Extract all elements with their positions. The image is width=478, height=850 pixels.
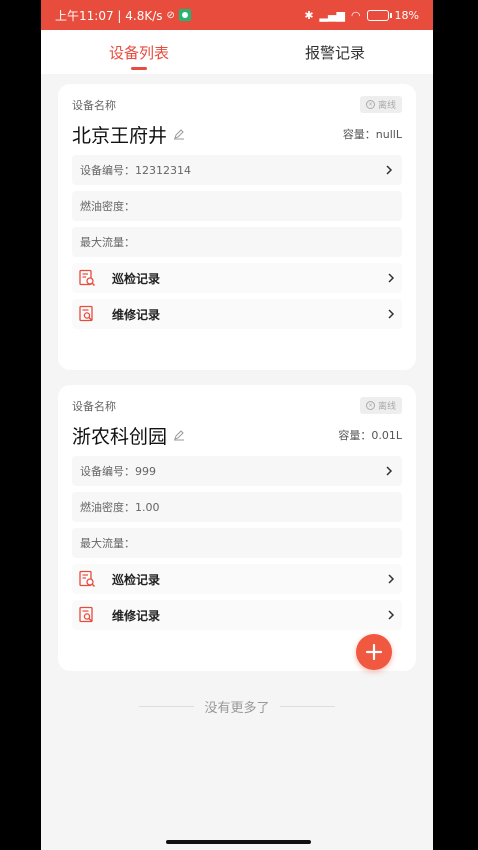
- status-time-speed: 上午11:07 | 4.8K/s: [55, 8, 163, 23]
- status-bar: 上午11:07 | 4.8K/s ⊘ ✱ ▂▄▆ ◠ 18%: [41, 0, 433, 30]
- patrol-record-label: 巡检记录: [112, 572, 161, 587]
- signal-icon: ▂▄▆: [319, 8, 345, 22]
- chevron-right-icon: [388, 309, 395, 319]
- tab-bar: 设备列表 报警记录: [41, 30, 433, 74]
- divider: [139, 706, 195, 707]
- patrol-record-icon: [79, 269, 95, 286]
- edit-icon[interactable]: [173, 128, 185, 140]
- oil-density: 燃油密度：: [80, 200, 135, 213]
- no-more-text: 没有更多了: [204, 701, 270, 716]
- patrol-record-row[interactable]: 巡检记录: [72, 564, 402, 594]
- max-flow-row: 最大流量：: [72, 528, 402, 558]
- add-device-button[interactable]: [356, 634, 392, 670]
- offline-icon: ×: [365, 100, 375, 109]
- device-card: 设备名称 × 离线 北京王府井 容量：nullL 设备编号：12312314 燃…: [58, 84, 416, 370]
- home-indicator[interactable]: [166, 840, 311, 844]
- status-badge: × 离线: [359, 96, 402, 113]
- repair-record-icon: [79, 606, 93, 623]
- bluetooth-icon: ✱: [304, 8, 314, 22]
- patrol-record-row[interactable]: 巡检记录: [72, 263, 402, 293]
- no-data-icon: ⊘: [166, 9, 175, 21]
- device-name: 北京王府井: [72, 124, 168, 147]
- device-no-row[interactable]: 设备编号：12312314: [72, 155, 402, 185]
- divider: [279, 706, 335, 707]
- oil-density-row: 燃油密度：: [72, 191, 402, 221]
- tab-device-list[interactable]: 设备列表: [41, 30, 237, 74]
- patrol-record-icon: [79, 570, 95, 587]
- repair-record-row[interactable]: 维修记录: [72, 299, 402, 329]
- chevron-right-icon: [386, 466, 393, 476]
- capacity: 容量：nullL: [342, 128, 402, 141]
- battery-level: 18%: [394, 8, 419, 22]
- chevron-right-icon: [388, 610, 395, 620]
- chevron-right-icon: [386, 165, 393, 175]
- patrol-record-label: 巡检记录: [112, 271, 161, 286]
- status-badge: × 离线: [359, 397, 402, 414]
- max-flow: 最大流量：: [80, 537, 135, 550]
- repair-record-label: 维修记录: [112, 307, 161, 322]
- device-name-label: 设备名称: [72, 98, 116, 112]
- capacity: 容量：0.01L: [338, 429, 402, 442]
- device-no-row[interactable]: 设备编号：999: [72, 456, 402, 486]
- device-card: 设备名称 × 离线 浙农科创园 容量：0.01L 设备编号：999 燃油密度：1…: [58, 385, 416, 671]
- chevron-right-icon: [388, 574, 395, 584]
- status-text: 离线: [377, 101, 396, 111]
- max-flow: 最大流量：: [80, 236, 135, 249]
- wifi-icon: ◠: [350, 8, 361, 22]
- edit-icon[interactable]: [173, 429, 185, 441]
- battery-icon: [366, 9, 392, 21]
- oil-density-row: 燃油密度：1.00: [72, 492, 402, 522]
- repair-record-label: 维修记录: [112, 608, 161, 623]
- phone-screen: 上午11:07 | 4.8K/s ⊘ ✱ ▂▄▆ ◠ 18% 设备列表 报警记录…: [41, 0, 433, 850]
- offline-icon: ×: [365, 401, 375, 410]
- list-end-indicator: 没有更多了: [41, 697, 433, 716]
- max-flow-row: 最大流量：: [72, 227, 402, 257]
- repair-record-icon: [79, 305, 93, 322]
- app-notification-icon: [178, 9, 191, 21]
- device-no: 设备编号：999: [80, 465, 156, 478]
- status-text: 离线: [377, 402, 396, 412]
- device-name: 浙农科创园: [72, 425, 168, 448]
- plus-icon: [365, 643, 383, 661]
- oil-density: 燃油密度：1.00: [80, 501, 160, 514]
- device-no: 设备编号：12312314: [80, 164, 191, 177]
- tab-alarm-records[interactable]: 报警记录: [237, 30, 433, 74]
- repair-record-row[interactable]: 维修记录: [72, 600, 402, 630]
- device-name-label: 设备名称: [72, 399, 116, 413]
- chevron-right-icon: [388, 273, 395, 283]
